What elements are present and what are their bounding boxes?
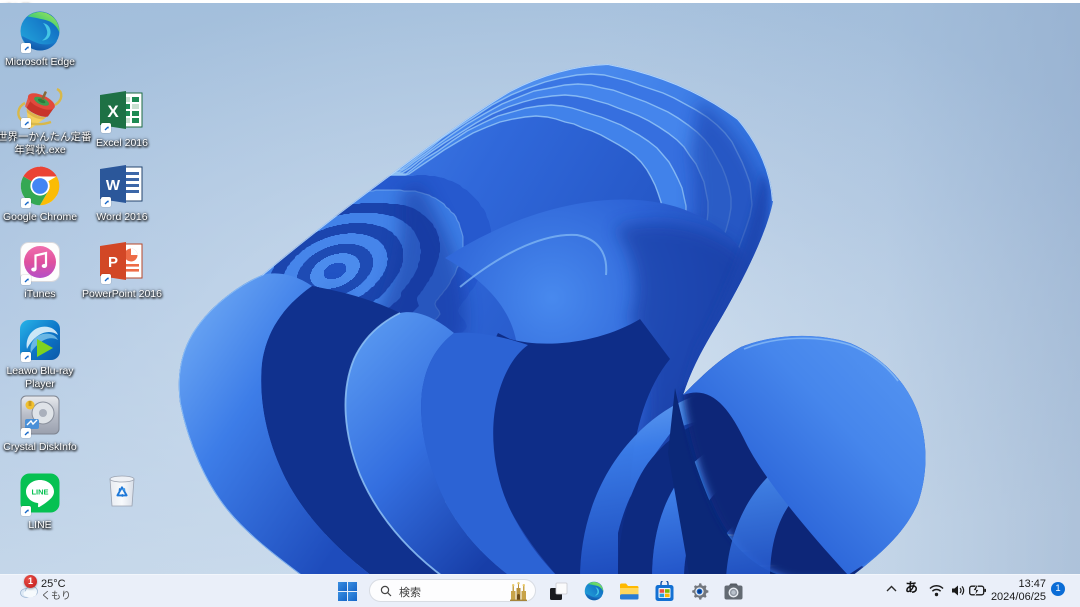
- svg-text:P: P: [108, 254, 118, 271]
- svg-text:X: X: [107, 102, 119, 121]
- svg-text:W: W: [106, 177, 121, 194]
- svg-text:LINE: LINE: [31, 488, 48, 497]
